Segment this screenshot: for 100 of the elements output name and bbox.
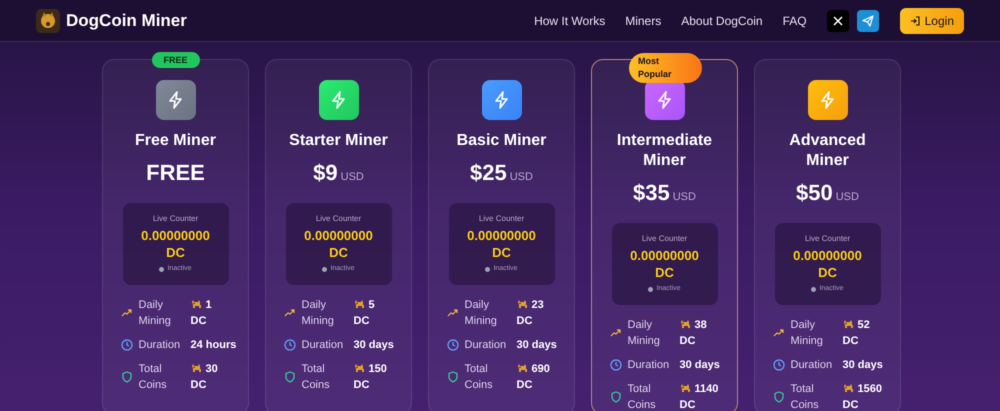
stat-value: 1140 bbox=[694, 383, 718, 395]
shield-icon bbox=[122, 371, 132, 383]
dog-icon bbox=[354, 299, 364, 309]
plan-title: Free Miner bbox=[134, 131, 217, 151]
clock-icon bbox=[446, 339, 458, 351]
plan-price: FREE bbox=[146, 159, 205, 187]
stat-unit: DC bbox=[516, 314, 534, 329]
plan-price: $50 bbox=[796, 179, 833, 207]
trend-up-icon bbox=[773, 329, 784, 337]
stat-label: Daily Mining bbox=[138, 298, 172, 329]
counter-label: Live Counter bbox=[642, 233, 688, 245]
stat-label: Duration bbox=[628, 358, 670, 373]
counter-value: 0.00000000 DC bbox=[792, 247, 863, 281]
login-icon bbox=[910, 16, 920, 26]
nav-link[interactable]: How It Works bbox=[534, 12, 606, 30]
nav-link[interactable]: Miners bbox=[625, 12, 662, 30]
stat-label: Duration bbox=[138, 338, 182, 353]
stat-label: Daily Mining bbox=[464, 298, 498, 329]
stat-unit: DC bbox=[680, 398, 696, 411]
clock-icon bbox=[772, 359, 784, 371]
dog-logo-icon bbox=[36, 8, 60, 32]
counter-value: 0.00000000 DC bbox=[140, 227, 211, 261]
nav-link[interactable]: FAQ bbox=[782, 12, 807, 30]
trend-up-icon bbox=[447, 309, 458, 317]
dog-icon bbox=[516, 299, 528, 309]
stat-label: Total Coins bbox=[302, 362, 331, 393]
paper-plane-icon bbox=[862, 14, 874, 26]
shield-icon bbox=[284, 371, 294, 383]
stat-value: 52 bbox=[858, 319, 870, 331]
shield-icon bbox=[448, 371, 458, 383]
dog-icon bbox=[190, 363, 202, 373]
stat-label: Duration bbox=[302, 338, 344, 353]
currency-label: USD bbox=[340, 170, 364, 185]
plan-title: Basic Miner bbox=[456, 131, 548, 151]
stat-value: 23 bbox=[532, 299, 544, 311]
counter-label: Live Counter bbox=[152, 213, 198, 225]
nav-link[interactable]: About DogCoin bbox=[681, 12, 763, 30]
telegram-button[interactable] bbox=[856, 10, 879, 32]
stat-label: Total Coins bbox=[464, 362, 494, 393]
x-button[interactable] bbox=[826, 10, 849, 32]
trend-up-icon bbox=[284, 309, 295, 317]
stat-value: 30 bbox=[206, 363, 218, 375]
dog-icon bbox=[354, 363, 364, 373]
stat-value: 38 bbox=[694, 319, 707, 331]
currency-label: USD bbox=[836, 190, 859, 205]
login-button[interactable]: Login bbox=[900, 8, 964, 34]
stat-label: Total Coins bbox=[628, 382, 657, 411]
currency-label: USD bbox=[510, 170, 533, 185]
plan-title: Intermediate Miner bbox=[616, 131, 714, 171]
stat-unit: DC bbox=[842, 398, 860, 411]
shield-icon bbox=[774, 391, 784, 403]
dog-icon bbox=[842, 383, 854, 393]
stat-label: Daily Mining bbox=[302, 298, 335, 329]
stat-unit: DC bbox=[190, 378, 208, 393]
counter-label: Live Counter bbox=[804, 233, 850, 245]
stat-value: 30 days bbox=[516, 339, 557, 351]
stat-unit: DC bbox=[516, 378, 534, 393]
stat-value: 30 days bbox=[354, 339, 394, 351]
dog-icon bbox=[680, 383, 690, 393]
stat-label: Duration bbox=[790, 358, 834, 373]
stat-unit: DC bbox=[354, 378, 370, 393]
counter-value: 0.00000000 DC bbox=[629, 247, 700, 281]
stat-unit: DC bbox=[680, 334, 696, 349]
stat-label: Daily Mining bbox=[790, 318, 824, 349]
plan-badge: FREE bbox=[152, 52, 200, 68]
stat-value: 5 bbox=[368, 299, 375, 311]
dog-icon bbox=[516, 363, 528, 373]
dog-icon bbox=[190, 299, 202, 309]
plan-price: $35 bbox=[633, 179, 670, 207]
shield-icon bbox=[610, 391, 620, 403]
stat-label: Daily Mining bbox=[628, 318, 661, 349]
stat-unit: DC bbox=[842, 334, 860, 349]
currency-label: USD bbox=[672, 190, 696, 205]
stat-value: 1 bbox=[206, 299, 212, 311]
stat-value: 690 bbox=[532, 363, 550, 375]
stat-value: 24 hours bbox=[190, 339, 236, 351]
counter-label: Live Counter bbox=[478, 213, 524, 225]
stat-value: 1560 bbox=[858, 383, 882, 395]
stat-value: 30 days bbox=[680, 359, 720, 371]
brand-name: DogCoin Miner bbox=[66, 10, 187, 32]
trend-up-icon bbox=[121, 309, 132, 317]
dog-icon bbox=[842, 319, 854, 329]
dog-icon bbox=[680, 319, 690, 329]
stat-label: Total Coins bbox=[790, 382, 820, 411]
counter-value: 0.00000000 DC bbox=[303, 227, 374, 261]
stat-unit: DC bbox=[190, 314, 208, 329]
stat-value: 30 days bbox=[842, 359, 883, 371]
x-icon bbox=[832, 16, 843, 26]
clock-icon bbox=[284, 339, 296, 351]
counter-value: 0.00000000 DC bbox=[466, 227, 537, 261]
counter-label: Live Counter bbox=[316, 213, 362, 225]
plan-price: $9 bbox=[313, 159, 338, 187]
plan-title: Starter Miner bbox=[288, 131, 389, 151]
stat-unit: DC bbox=[354, 314, 370, 329]
stat-label: Duration bbox=[464, 338, 508, 353]
plan-price: $25 bbox=[470, 159, 507, 187]
stat-label: Total Coins bbox=[138, 362, 168, 393]
clock-icon bbox=[120, 339, 132, 351]
clock-icon bbox=[610, 359, 622, 371]
trend-up-icon bbox=[610, 329, 621, 337]
